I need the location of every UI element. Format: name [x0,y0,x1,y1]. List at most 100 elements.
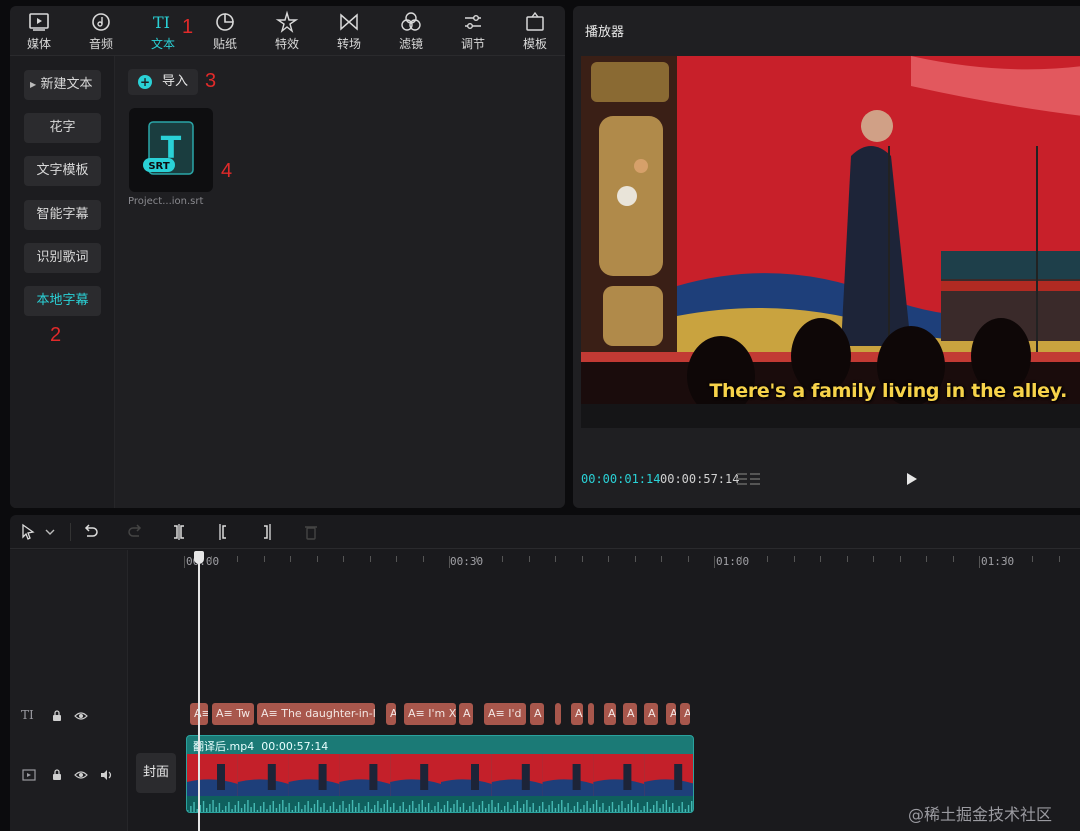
text-clip[interactable] [588,703,594,725]
waveform-bar [335,809,338,812]
text-clip[interactable] [555,703,561,725]
waveform-bar [573,806,576,812]
srt-file-thumbnail[interactable]: T SRT [129,108,213,192]
sidebar-item-local-captions[interactable]: 本地字幕 [24,286,101,316]
waveform-bar [469,806,471,812]
import-button[interactable]: + 导入 [128,69,198,95]
tool-filter[interactable]: 滤镜 [382,8,440,54]
waveform-bar [209,804,211,812]
clip-label: A [575,707,583,720]
text-clip[interactable]: A≡ I'd [484,703,526,725]
clip-label: A≡ The daughter-in-la [261,707,375,720]
ruler-tick [237,556,238,562]
tool-adjust[interactable]: 调节 [444,8,502,54]
waveform-bar [291,810,294,812]
time-ruler[interactable]: 00:00 00:30 01:00 01:30 [128,550,1080,578]
eye-icon[interactable] [74,710,88,722]
cover-button[interactable]: 封面 [136,753,176,793]
playhead-handle[interactable] [194,551,204,564]
text-clip[interactable]: A [604,703,616,725]
sidebar-item-auto-captions[interactable]: 智能字幕 [24,200,101,230]
lock-icon[interactable] [50,710,64,722]
text-clip[interactable]: A [680,703,690,725]
eye-icon[interactable] [74,769,88,781]
ruler-tick [979,556,980,568]
ruler-tick [396,556,397,562]
ruler-label: 00:30 [450,555,484,568]
waveform-bar [326,810,328,812]
waveform-bar [310,808,313,812]
annotation-number-2: 2 [50,324,62,346]
thumbnail-figure [217,764,225,790]
trim-right-icon[interactable] [258,523,276,541]
text-clip[interactable]: A≡ Tw [212,703,254,725]
ruler-tick [1032,556,1033,562]
waveform-bar [646,802,649,812]
ruler-tick [369,556,371,562]
ruler-tick [926,556,927,562]
undo-icon[interactable] [82,523,100,541]
svg-text:TI: TI [153,13,170,32]
text-clip[interactable]: A≡ The daughter-in-la [257,703,375,725]
chevron-down-icon[interactable] [44,523,56,541]
waveform-bar [456,800,458,812]
select-cursor-icon[interactable] [20,523,38,541]
waveform-bar [386,800,389,812]
srt-file-icon: T SRT [143,121,194,175]
text-clip[interactable]: A≡ I'm X [404,703,456,725]
text-clip[interactable]: A [666,703,676,725]
tool-effects[interactable]: 特效 [258,8,316,54]
tool-transition[interactable]: 转场 [320,8,378,54]
waveform-bar [580,809,582,812]
waveform-bar [358,803,360,812]
thumbnail-figure [318,764,327,790]
tool-media[interactable]: 媒体 [10,8,68,54]
filter-icon [401,12,421,31]
waveform-bar [427,803,430,812]
waveform-bar [672,803,674,812]
volume-icon[interactable] [100,769,114,781]
tool-template[interactable]: 模板 [506,8,564,54]
waveform-bar [675,810,677,812]
srt-badge: SRT [148,161,169,172]
waveform-bar [351,800,354,812]
lock-icon[interactable] [50,769,64,781]
waveform-bar [494,807,496,812]
text-icon: TI [153,13,170,32]
waveform-bar [659,808,661,812]
sidebar-item-text-template[interactable]: 文字模板 [24,156,101,186]
waveform-bar [190,806,192,812]
clip-label: A [684,707,690,720]
sidebar-item-lyrics[interactable]: 识别歌词 [24,243,101,273]
waveform-bar [399,806,401,812]
media-library-panel: 媒体 音频 TI 文本 贴纸 特效 转场 滤镜 调节 模板 1 ▶ 新建文本 花… [10,6,565,508]
thumbnail-figure [572,764,581,790]
waveform-bar [624,808,626,812]
trim-left-icon[interactable] [214,523,232,541]
text-clip[interactable]: A [459,703,473,725]
timeline-panel: TI 00:00 00:30 01:00 01:30 A≡ A≡ Tw A≡ T… [10,515,1080,831]
text-clip[interactable]: A [571,703,583,725]
play-icon[interactable] [905,472,919,486]
sidebar-item-fancy-text[interactable]: 花字 [24,113,101,143]
video-clip[interactable]: 翻译后.mp4 00:00:57:14 [186,735,694,813]
waveform-bar [538,806,541,812]
text-clip[interactable]: A [644,703,658,725]
text-clip[interactable]: A [530,703,544,725]
sidebar-item-new-text[interactable]: ▶ 新建文本 [24,70,101,100]
text-clip[interactable]: A [623,703,637,725]
waveform-bar [402,802,404,812]
text-clip[interactable]: A [386,703,396,725]
stage-scene-image [581,56,1080,428]
grid-list-icon[interactable] [737,472,761,486]
video-preview[interactable]: There's a family living in the alley. [581,56,1080,428]
playhead[interactable] [198,551,200,831]
thumbnail-figure [623,764,632,790]
split-icon[interactable] [170,523,188,541]
effects-icon [275,10,299,33]
text-track[interactable]: A≡ A≡ Tw A≡ The daughter-in-la A A≡ I'm … [186,703,706,727]
waveform-bar [405,809,408,812]
clip-label: A≡ [194,707,208,720]
tool-sticker[interactable]: 贴纸 [196,8,254,54]
tool-audio[interactable]: 音频 [72,8,130,54]
